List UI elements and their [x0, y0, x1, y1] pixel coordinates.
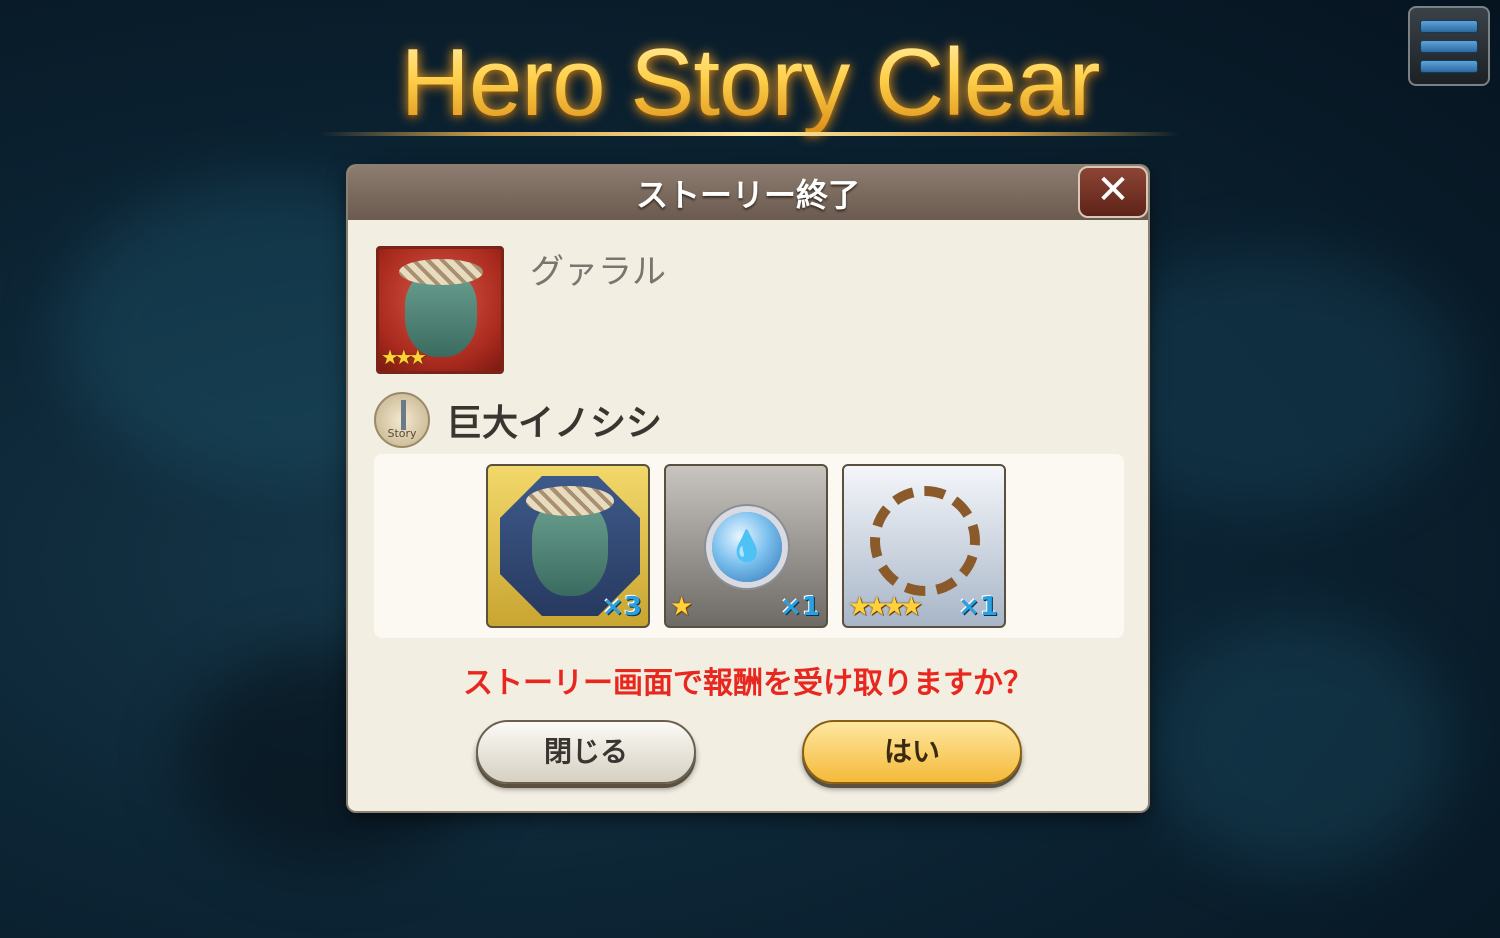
- hero-portrait: ★★★: [376, 246, 504, 374]
- story-icon: Story: [374, 392, 430, 448]
- hero-story-clear-banner: Hero Story Clear: [300, 28, 1200, 138]
- rope-icon: [870, 486, 980, 596]
- reward-panel: ×3 💧 ★ ×1 ★★★★ ×1: [374, 454, 1124, 638]
- yes-button[interactable]: はい: [802, 720, 1022, 784]
- background-glow: [1150, 620, 1450, 870]
- hero-name: グァラル: [530, 252, 666, 292]
- turban-icon: [526, 486, 614, 516]
- turban-icon: [399, 259, 483, 285]
- dialog-title: ストーリー終了: [635, 176, 860, 214]
- reward-card-equipment[interactable]: ★★★★ ×1: [842, 464, 1006, 628]
- reward-quantity: ×1: [958, 592, 998, 622]
- story-chapter-title: 巨大イノシシ: [446, 403, 663, 444]
- water-orb-icon: 💧: [712, 512, 782, 582]
- hamburger-menu-icon: [1420, 19, 1478, 33]
- rarity-stars: ★★★: [381, 345, 427, 369]
- reward-card-hero-fragment[interactable]: ×3: [486, 464, 650, 628]
- story-complete-dialog: ストーリー終了 ✕ ★★★ グァラル Story 巨大イノシシ ×3 💧 ★ ×…: [348, 166, 1148, 811]
- close-icon[interactable]: ✕: [1078, 166, 1148, 218]
- rarity-stars: ★: [670, 592, 693, 622]
- dialog-header: ストーリー終了 ✕: [348, 166, 1148, 220]
- hamburger-menu-icon: [1420, 59, 1478, 73]
- close-button[interactable]: 閉じる: [476, 720, 696, 784]
- confirmation-prompt: ストーリー画面で報酬を受け取りますか？: [463, 666, 1033, 701]
- reward-quantity: ×1: [780, 592, 820, 622]
- hamburger-menu-icon: [1420, 39, 1478, 53]
- reward-quantity: ×3: [602, 592, 642, 622]
- menu-button[interactable]: [1408, 6, 1490, 86]
- reward-card-item[interactable]: 💧 ★ ×1: [664, 464, 828, 628]
- rarity-stars: ★★★★: [848, 592, 923, 622]
- banner-underline: [320, 132, 1180, 136]
